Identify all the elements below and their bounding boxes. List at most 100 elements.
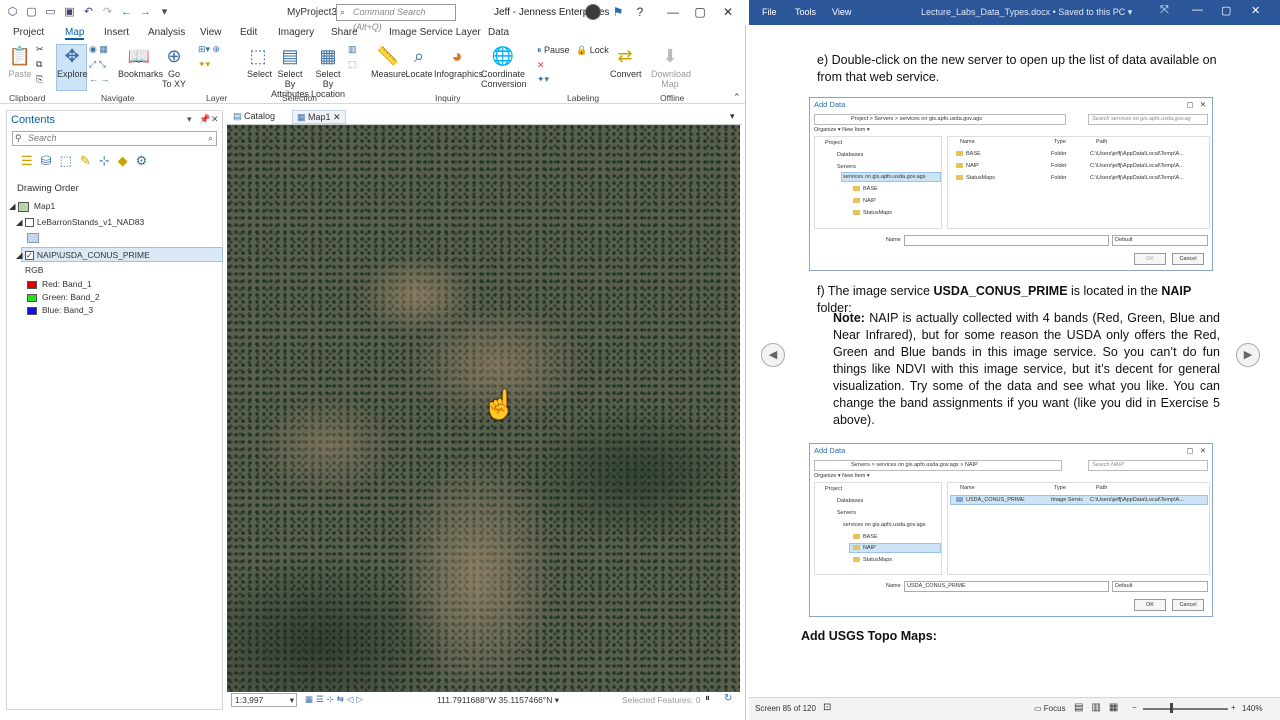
- layer-visibility-checkbox[interactable]: ✓: [24, 251, 34, 261]
- open-project-icon[interactable]: ▭: [44, 6, 57, 19]
- document-title[interactable]: Lecture_Labs_Data_Types.docx • Saved to …: [921, 7, 1132, 18]
- bookmarks-button[interactable]: 📖 Bookmarks: [118, 45, 163, 79]
- layer-naip-usda-conus-prime[interactable]: ◢ ✓ NAIP\USDA_CONUS_PRIME: [16, 248, 150, 262]
- copy-path-icon[interactable]: ⎘: [36, 74, 43, 85]
- band-green[interactable]: Green: Band_2: [27, 290, 100, 304]
- tab-project[interactable]: Project: [13, 27, 44, 38]
- zoom-level[interactable]: 140%: [1242, 704, 1262, 713]
- list-by-perspective-icon[interactable]: ⚙: [136, 153, 148, 169]
- list-by-labeling-icon[interactable]: ◆: [118, 153, 128, 169]
- tab-imagery[interactable]: Imagery: [278, 27, 314, 38]
- collapse-ribbon-icon[interactable]: ⌃: [733, 92, 741, 103]
- list-by-editing-icon[interactable]: ✎: [80, 153, 91, 169]
- refresh-icon[interactable]: ↻: [724, 693, 732, 704]
- forward-icon[interactable]: →: [139, 6, 152, 19]
- clear-selection-icon[interactable]: ⬚: [348, 59, 357, 70]
- maximize-button[interactable]: ▢: [1221, 4, 1231, 17]
- select-button[interactable]: ⬚ Select: [247, 45, 272, 79]
- tab-image-service-layer[interactable]: Image Service Layer: [389, 27, 481, 38]
- coordinate-conversion-button[interactable]: 🌐 Coordinate Conversion: [481, 45, 527, 89]
- add-preset-icon[interactable]: ✦▾: [198, 59, 210, 70]
- collapse-icon[interactable]: ◢: [16, 217, 25, 227]
- menu-tools[interactable]: Tools: [795, 7, 816, 17]
- tab-insert[interactable]: Insert: [104, 27, 129, 38]
- list-by-selection-icon[interactable]: ⬚: [60, 153, 72, 169]
- view-controls[interactable]: ▦☰⊹⇆◁▷: [305, 694, 366, 705]
- pause-drawing-icon[interactable]: ⏸: [705, 693, 710, 704]
- notification-icon[interactable]: ⚑: [609, 3, 627, 21]
- next-screen-button[interactable]: ▶: [1236, 343, 1260, 367]
- fixed-zoom-icon[interactable]: ⤢ ⤡: [89, 59, 106, 70]
- list-by-source-icon[interactable]: ⛁: [41, 153, 52, 169]
- tab-map1[interactable]: ▦ Map1 ✕: [292, 110, 346, 124]
- command-search-input[interactable]: ⌕ Command Search (Alt+Q): [336, 4, 456, 32]
- tab-list-icon[interactable]: ▾: [726, 110, 739, 124]
- more-labeling-icon[interactable]: ✦▾: [537, 74, 549, 85]
- new-project-icon[interactable]: ▢: [25, 6, 38, 19]
- tab-data[interactable]: Data: [488, 27, 509, 38]
- layer-visibility-checkbox[interactable]: [24, 218, 34, 228]
- copy-icon[interactable]: ⧉: [36, 59, 42, 70]
- menu-view[interactable]: View: [832, 7, 851, 17]
- band-red[interactable]: Red: Band_1: [27, 277, 92, 291]
- contents-search-input[interactable]: ⚲ Search ⌕: [12, 131, 217, 146]
- convert-button[interactable]: ⇄ Convert: [610, 45, 642, 79]
- close-pane-icon[interactable]: ✕: [211, 114, 219, 125]
- focus-mode-button[interactable]: ▭ Focus: [1034, 704, 1066, 713]
- close-tab-icon[interactable]: ✕: [331, 112, 341, 122]
- back-icon[interactable]: ←: [120, 6, 133, 19]
- map-node[interactable]: ◢ Map1: [9, 199, 55, 213]
- locate-button[interactable]: ⌕ Locate: [405, 45, 433, 79]
- fullscreen-icon[interactable]: ⤧: [1160, 4, 1169, 17]
- select-by-attributes-button[interactable]: ▤ Select By Attributes: [271, 45, 309, 99]
- view-mode-icons[interactable]: ▤▥▦: [1074, 702, 1126, 713]
- list-by-snapping-icon[interactable]: ⊹: [99, 153, 110, 169]
- list-by-drawing-order-icon[interactable]: ☰: [21, 153, 33, 169]
- tab-view[interactable]: View: [200, 27, 222, 38]
- undo-icon[interactable]: ↶: [82, 6, 95, 19]
- previous-extent-icon[interactable]: ← →: [89, 74, 110, 84]
- scale-selector[interactable]: 1:3,997 ▾: [231, 693, 297, 707]
- menu-file[interactable]: File: [762, 7, 777, 17]
- document-body[interactable]: ◀ ▶ e) Double-click on the new server to…: [749, 25, 1280, 697]
- layer-lebarronstands[interactable]: ◢ LeBarronStands_v1_NAD83: [16, 215, 144, 229]
- maximize-button[interactable]: ▢: [691, 3, 709, 21]
- zoom-slider-thumb[interactable]: [1170, 703, 1173, 713]
- go-to-xy-button[interactable]: ⊕ Go To XY: [162, 45, 186, 89]
- cut-icon[interactable]: ✂: [36, 44, 44, 55]
- tab-catalog[interactable]: ▤ Catalog: [229, 110, 279, 124]
- add-data-icon[interactable]: ⊞▾ ⊕: [198, 44, 220, 55]
- collapse-icon[interactable]: ◢: [9, 201, 18, 211]
- tab-map[interactable]: Map: [65, 27, 85, 40]
- view-unplaced-icon[interactable]: ✕: [537, 60, 545, 71]
- full-extent-icon[interactable]: ◉ ▦: [89, 44, 108, 55]
- zoom-in-icon[interactable]: +: [1231, 703, 1236, 712]
- previous-screen-button[interactable]: ◀: [761, 343, 785, 367]
- redo-icon[interactable]: ↷: [101, 6, 114, 19]
- lock-labeling-button[interactable]: 🔒 Lock: [576, 45, 609, 56]
- close-button[interactable]: ✕: [719, 3, 737, 21]
- tab-analysis[interactable]: Analysis: [148, 27, 185, 38]
- tab-edit[interactable]: Edit: [240, 27, 257, 38]
- zoom-out-icon[interactable]: −: [1132, 703, 1137, 712]
- collapse-icon[interactable]: ◢: [16, 250, 25, 260]
- infographics-button[interactable]: ◕ Infographics: [434, 45, 483, 79]
- pause-labeling-button[interactable]: ⏸ Pause: [537, 45, 570, 56]
- band-blue[interactable]: Blue: Band_3: [27, 303, 93, 317]
- save-icon[interactable]: ▣: [63, 6, 76, 19]
- attributes-icon[interactable]: ▥: [348, 44, 357, 55]
- tab-share[interactable]: Share: [331, 27, 358, 38]
- download-map-button[interactable]: ⬇ Download Map: [651, 45, 691, 89]
- auto-hide-icon[interactable]: 📌: [199, 114, 210, 125]
- proofing-icon[interactable]: ⊡: [823, 702, 831, 713]
- coordinate-readout[interactable]: 111.7911688°W 35.1157466°N ▾: [437, 695, 559, 706]
- polygon-symbol[interactable]: [27, 233, 39, 243]
- minimize-button[interactable]: —: [1192, 4, 1203, 16]
- select-by-location-button[interactable]: ▦ Select By Location: [309, 45, 347, 99]
- explore-button[interactable]: ✥ Explore: [57, 45, 88, 79]
- avatar[interactable]: [585, 4, 601, 20]
- selected-features-count[interactable]: Selected Features: 0: [622, 695, 700, 705]
- customize-quick-access-icon[interactable]: ▾: [158, 6, 171, 19]
- help-icon[interactable]: ?: [631, 3, 649, 21]
- zoom-slider-track[interactable]: [1143, 708, 1228, 710]
